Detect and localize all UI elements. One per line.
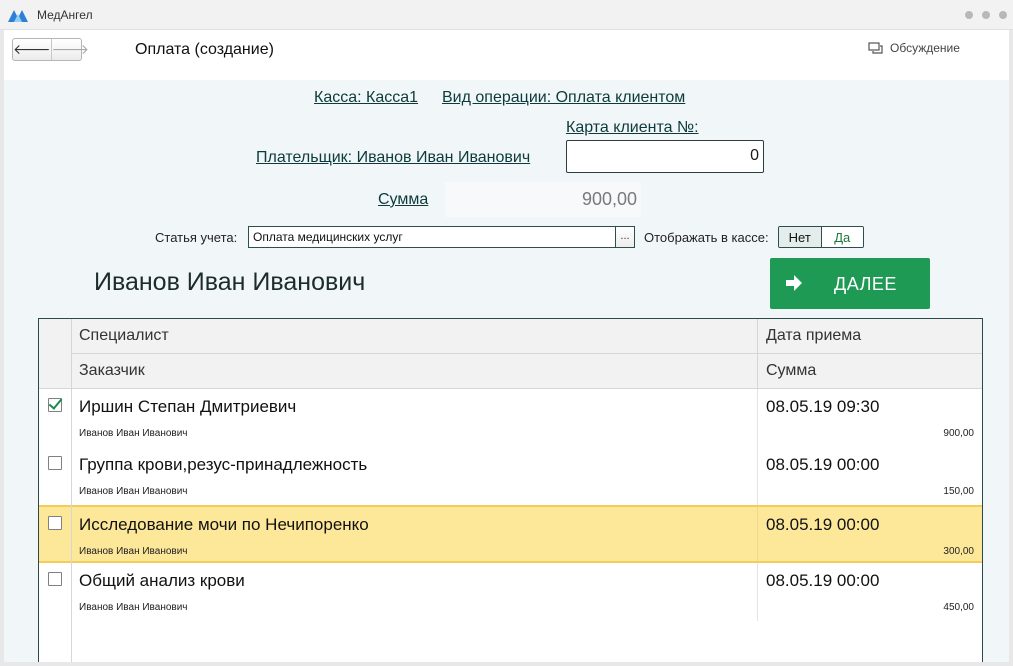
article-select-button[interactable]: ... bbox=[615, 226, 635, 248]
toggle-option-no[interactable]: Нет bbox=[779, 227, 822, 247]
row-checkbox[interactable] bbox=[48, 398, 62, 412]
form-toolbar: 🡐 🡒 Оплата (создание) Обсуждение bbox=[4, 30, 1009, 80]
row-date: 08.05.19 00:00 bbox=[766, 515, 880, 534]
chat-icon bbox=[868, 41, 883, 54]
cash-register-link[interactable]: Касса: Касса1 bbox=[314, 89, 418, 107]
row-checkbox[interactable] bbox=[48, 456, 62, 470]
discussion-button[interactable]: Обсуждение bbox=[868, 41, 960, 55]
row-customer: Иванов Иван Иванович bbox=[79, 546, 188, 557]
client-card-link[interactable]: Карта клиента №: bbox=[566, 119, 699, 137]
form-content: Касса: Касса1 Вид операции: Оплата клиен… bbox=[4, 80, 1009, 662]
display-in-register-toggle: Нет Да bbox=[778, 226, 864, 248]
payer-link[interactable]: Плательщик: Иванов Иван Иванович bbox=[256, 149, 530, 167]
visits-table: Специалист Дата приема Заказчик Сумма Ир… bbox=[38, 318, 983, 662]
app-window: 🡐 🡒 Оплата (создание) Обсуждение Касса: … bbox=[0, 30, 1013, 666]
title-bar: МедАнгел bbox=[0, 0, 1013, 30]
column-date[interactable]: Дата приема bbox=[766, 327, 861, 345]
sum-field: 900,00 bbox=[445, 182, 641, 217]
column-amount[interactable]: Сумма bbox=[766, 362, 816, 380]
article-label: Статья учета: bbox=[155, 230, 238, 245]
discussion-label: Обсуждение bbox=[890, 41, 960, 55]
row-amount: 150,00 bbox=[943, 486, 974, 497]
article-input[interactable]: Оплата медицинских услуг bbox=[248, 226, 616, 248]
table-row[interactable]: Группа крови,резус-принадлежность Иванов… bbox=[39, 447, 982, 505]
column-specialist[interactable]: Специалист bbox=[79, 327, 169, 345]
row-date: 08.05.19 09:30 bbox=[766, 397, 880, 416]
row-specialist: Исследование мочи по Нечипоренко bbox=[79, 515, 369, 534]
row-amount: 450,00 bbox=[943, 602, 974, 613]
client-card-input[interactable]: 0 bbox=[566, 140, 764, 173]
row-date: 08.05.19 00:00 bbox=[766, 455, 880, 474]
table-row[interactable]: Иршин Степан Дмитриевич Иванов Иван Иван… bbox=[39, 389, 982, 447]
row-checkbox[interactable] bbox=[48, 572, 62, 586]
table-row[interactable]: Исследование мочи по Нечипоренко Иванов … bbox=[39, 505, 982, 563]
row-specialist: Общий анализ крови bbox=[79, 571, 245, 590]
arrow-right-icon: 🡒 bbox=[51, 41, 90, 57]
row-specialist: Иршин Степан Дмитриевич bbox=[79, 397, 297, 416]
column-customer[interactable]: Заказчик bbox=[79, 362, 145, 380]
window-dot-icon[interactable] bbox=[999, 11, 1007, 19]
arrow-right-icon bbox=[786, 275, 802, 291]
next-button-label: ДАЛЕЕ bbox=[834, 274, 897, 294]
display-in-register-label: Отображать в кассе: bbox=[644, 230, 769, 245]
forward-button[interactable]: 🡒 bbox=[52, 39, 90, 60]
app-name: МедАнгел bbox=[37, 8, 93, 22]
medangel-logo-icon bbox=[8, 10, 28, 22]
row-customer: Иванов Иван Иванович bbox=[79, 602, 188, 613]
page-title: Оплата (создание) bbox=[135, 41, 274, 58]
next-button[interactable]: ДАЛЕЕ bbox=[770, 258, 930, 309]
table-header: Специалист Дата приема Заказчик Сумма bbox=[39, 319, 982, 389]
row-customer: Иванов Иван Иванович bbox=[79, 486, 188, 497]
row-customer: Иванов Иван Иванович bbox=[79, 428, 188, 439]
toggle-option-yes[interactable]: Да bbox=[821, 227, 863, 247]
row-date: 08.05.19 00:00 bbox=[766, 571, 880, 590]
arrow-left-icon: 🡐 bbox=[13, 41, 51, 57]
navigation-buttons: 🡐 🡒 bbox=[12, 38, 89, 61]
row-amount: 300,00 bbox=[943, 546, 974, 557]
table-row[interactable]: Общий анализ крови Иванов Иван Иванович … bbox=[39, 563, 982, 621]
row-specialist: Группа крови,резус-принадлежность bbox=[79, 455, 368, 474]
row-amount: 900,00 bbox=[943, 428, 974, 439]
operation-type-link[interactable]: Вид операции: Оплата клиентом bbox=[442, 89, 685, 107]
client-name-heading: Иванов Иван Иванович bbox=[94, 268, 366, 296]
row-checkbox[interactable] bbox=[48, 516, 62, 530]
window-dot-icon[interactable] bbox=[965, 11, 973, 19]
window-dot-icon[interactable] bbox=[982, 11, 990, 19]
back-button[interactable]: 🡐 bbox=[13, 39, 52, 60]
sum-link[interactable]: Сумма bbox=[378, 191, 428, 209]
